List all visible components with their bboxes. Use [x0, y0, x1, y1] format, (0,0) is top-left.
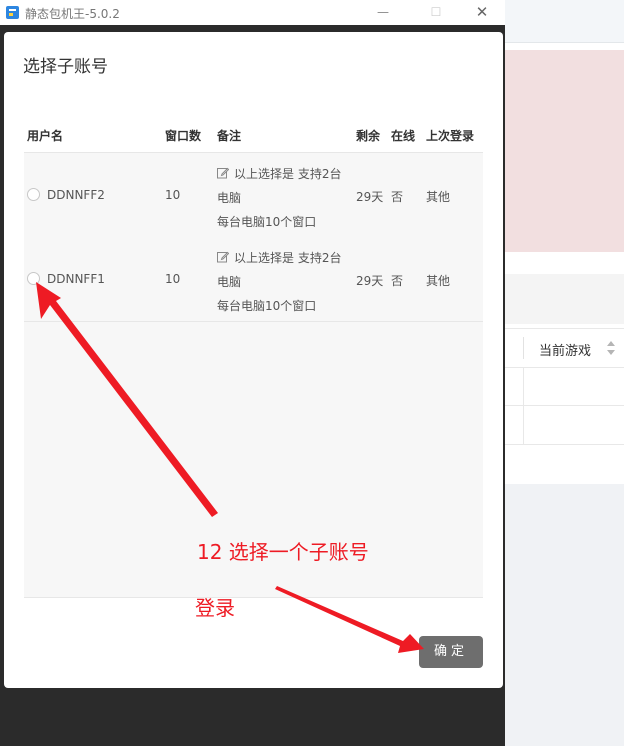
column-separator	[523, 367, 524, 405]
annotation-login-text: 登录	[195, 596, 235, 620]
background-table-header: 当前游戏	[505, 328, 624, 368]
column-separator	[523, 337, 524, 359]
username-cell: DDNNFF1	[47, 272, 105, 286]
table-row[interactable]: DDNNFF1 10 以上选择是 支持2台 电脑 每台电脑10个窗口 29天 否…	[24, 237, 483, 322]
remaining-cell: 29天	[356, 274, 384, 288]
dialog-title: 选择子账号	[23, 57, 108, 77]
column-header-username: 用户名	[27, 129, 64, 143]
annotation-step-text: 12 选择一个子账号	[197, 540, 369, 564]
note-cell: 以上选择是 支持2台 电脑 每台电脑10个窗口	[217, 162, 352, 234]
last-login-cell: 其他	[426, 274, 451, 288]
maximize-button[interactable]: ☐	[413, 0, 459, 25]
background-banner	[505, 50, 624, 252]
minimize-button[interactable]: —	[360, 0, 406, 25]
note-line: 每台电脑10个窗口	[217, 215, 317, 229]
edit-note-icon[interactable]	[217, 251, 229, 263]
background-bottom-area	[505, 484, 624, 746]
background-top-strip	[505, 0, 624, 43]
note-line: 电脑	[217, 191, 242, 205]
confirm-button[interactable]: 确定	[419, 636, 483, 668]
column-header-last-login: 上次登录	[426, 129, 475, 143]
online-cell: 否	[391, 274, 404, 288]
column-header-note: 备注	[217, 129, 242, 143]
select-subaccount-dialog: 选择子账号 用户名 窗口数 备注 剩余 在线 上次登录 DDNNFF2 10 以…	[4, 32, 503, 688]
note-line: 电脑	[217, 275, 242, 289]
window-count-cell: 10	[165, 188, 181, 202]
column-header-online: 在线	[391, 129, 416, 143]
host-window: 静态包机王-5.0.2 — ☐ ✕ 选择子账号 用户名 窗口数 备注 剩余 在线…	[0, 0, 505, 746]
background-table-row	[505, 406, 624, 445]
background-table-row	[505, 367, 624, 406]
subaccount-table: DDNNFF2 10 以上选择是 支持2台 电脑 每台电脑10个窗口 29天 否…	[24, 152, 483, 598]
note-line: 以上选择是 支持2台	[234, 167, 342, 181]
note-cell: 以上选择是 支持2台 电脑 每台电脑10个窗口	[217, 246, 352, 318]
last-login-cell: 其他	[426, 190, 451, 204]
close-button[interactable]: ✕	[459, 0, 505, 25]
title-bar: 静态包机王-5.0.2 — ☐ ✕	[0, 0, 505, 25]
column-header-window-count: 窗口数	[165, 129, 202, 143]
table-row[interactable]: DDNNFF2 10 以上选择是 支持2台 电脑 每台电脑10个窗口 29天 否…	[24, 153, 483, 238]
column-separator	[523, 406, 524, 444]
username-cell: DDNNFF2	[47, 188, 105, 202]
edit-note-icon[interactable]	[217, 167, 229, 179]
remaining-cell: 29天	[356, 190, 384, 204]
current-game-column-header[interactable]: 当前游戏	[539, 340, 591, 359]
window-title: 静态包机王-5.0.2	[25, 7, 120, 21]
select-radio[interactable]	[27, 188, 40, 201]
app-logo-icon	[6, 6, 19, 19]
window-count-cell: 10	[165, 272, 181, 286]
column-header-remaining: 剩余	[356, 129, 381, 143]
online-cell: 否	[391, 190, 404, 204]
background-toolbar	[505, 274, 624, 324]
select-radio[interactable]	[27, 272, 40, 285]
note-line: 以上选择是 支持2台	[234, 251, 342, 265]
sort-icon[interactable]	[606, 340, 616, 356]
note-line: 每台电脑10个窗口	[217, 299, 317, 313]
